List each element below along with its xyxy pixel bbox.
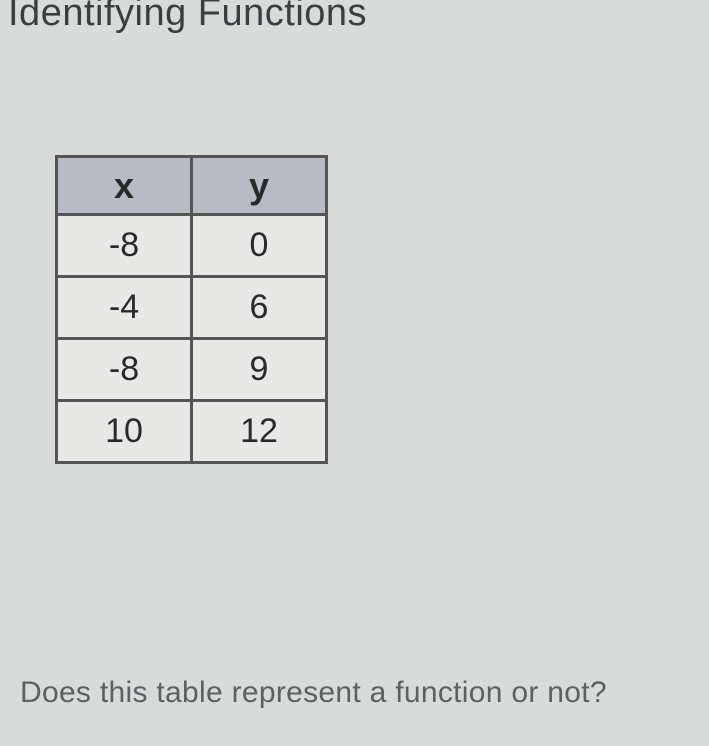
cell-x: -8 [57, 215, 192, 277]
cell-x: -8 [57, 339, 192, 401]
table-row: -4 6 [57, 277, 327, 339]
table-header-row: x y [57, 157, 327, 215]
page-title: Identifying Functions [0, 0, 709, 35]
cell-y: 6 [192, 277, 327, 339]
column-header-y: y [192, 157, 327, 215]
cell-y: 9 [192, 339, 327, 401]
table-row: -8 0 [57, 215, 327, 277]
cell-x: 10 [57, 401, 192, 463]
table-row: -8 9 [57, 339, 327, 401]
table-row: 10 12 [57, 401, 327, 463]
data-table: x y -8 0 -4 6 -8 9 10 12 [55, 155, 328, 464]
column-header-x: x [57, 157, 192, 215]
cell-x: -4 [57, 277, 192, 339]
data-table-wrapper: x y -8 0 -4 6 -8 9 10 12 [55, 155, 709, 464]
cell-y: 12 [192, 401, 327, 463]
cell-y: 0 [192, 215, 327, 277]
question-text: Does this table represent a function or … [20, 676, 607, 710]
